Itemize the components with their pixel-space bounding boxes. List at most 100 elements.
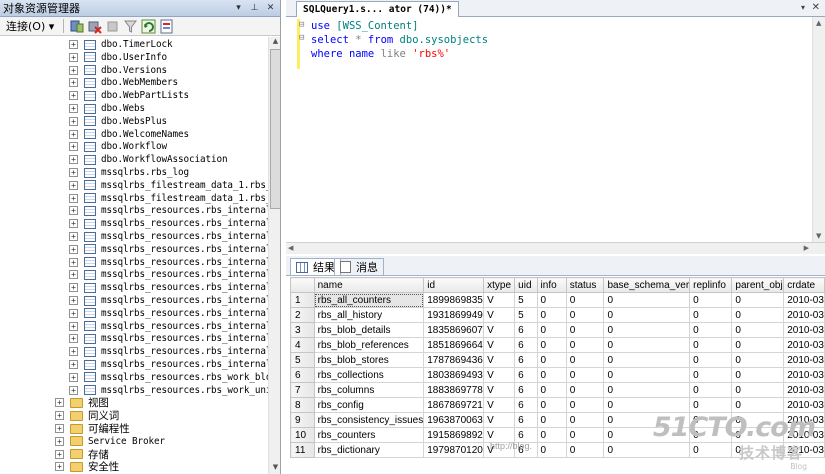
close-icon[interactable]: ✕ xyxy=(264,2,277,15)
table-cell[interactable]: 0 xyxy=(536,427,567,443)
table-cell[interactable]: rbs_config xyxy=(313,397,425,413)
table-cell[interactable]: 2010-03 xyxy=(783,292,825,308)
tree-item-table[interactable]: + dbo.WelcomeNames xyxy=(69,128,189,141)
scroll-up-arrow-icon[interactable]: ▲ xyxy=(816,19,821,27)
column-header[interactable]: uid xyxy=(514,277,538,293)
row-number[interactable]: 3 xyxy=(290,322,315,338)
row-number[interactable]: 8 xyxy=(290,397,315,413)
tree-item-table[interactable]: + mssqlrbs_resources.rbs_internal_col xyxy=(69,256,268,269)
table-cell[interactable]: 0 xyxy=(536,382,567,398)
tab-list-dropdown-icon[interactable]: ▾ xyxy=(801,3,805,12)
table-cell[interactable]: 0 xyxy=(689,292,733,308)
table-cell[interactable]: rbs_all_history xyxy=(313,307,425,323)
row-number[interactable]: 2 xyxy=(290,307,315,323)
table-cell[interactable]: V xyxy=(483,367,516,383)
table-cell[interactable]: 1979870120 xyxy=(423,442,485,458)
refresh-icon[interactable] xyxy=(141,19,156,34)
table-cell[interactable]: 1899869835 xyxy=(423,292,485,308)
table-cell[interactable]: 0 xyxy=(731,292,785,308)
table-cell[interactable]: 0 xyxy=(565,412,605,428)
table-row[interactable]: 2 rbs_all_history 1931869949 V 5 0 0 0 0 0 2010-03 xyxy=(290,307,825,323)
tree-item-folder[interactable]: + 可编程性 xyxy=(55,422,130,435)
table-cell[interactable]: 0 xyxy=(689,352,733,368)
connect-server-icon[interactable] xyxy=(69,19,84,34)
table-cell[interactable]: 0 xyxy=(536,367,567,383)
table-row[interactable]: 4 rbs_blob_references 1851869664 V 6 0 0 0 0 0 201… xyxy=(290,337,825,353)
table-cell[interactable]: rbs_counters xyxy=(313,427,425,443)
column-header[interactable]: parent_obj xyxy=(731,277,785,293)
expand-icon[interactable]: + xyxy=(55,462,64,472)
table-row[interactable]: 3 rbs_blob_details 1835869607 V 6 0 0 0 0 0 2010-0… xyxy=(290,322,825,338)
scroll-left-arrow-icon[interactable]: ◀ xyxy=(288,244,293,252)
table-cell[interactable]: 0 xyxy=(689,307,733,323)
row-number[interactable]: 5 xyxy=(290,352,315,368)
table-cell[interactable]: rbs_blob_stores xyxy=(313,352,425,368)
table-cell[interactable]: 1963870063 xyxy=(423,412,485,428)
table-cell[interactable]: 0 xyxy=(536,322,567,338)
table-cell[interactable]: V xyxy=(483,337,516,353)
expand-icon[interactable]: + xyxy=(69,116,78,126)
table-cell[interactable]: 0 xyxy=(689,322,733,338)
expand-icon[interactable]: + xyxy=(69,219,78,229)
table-cell[interactable]: 0 xyxy=(565,427,605,443)
table-cell[interactable]: 0 xyxy=(603,397,691,413)
column-header[interactable]: base_schema_ver xyxy=(603,277,691,293)
table-cell[interactable]: 0 xyxy=(565,292,605,308)
fold-toggle-icon[interactable]: ⊟ xyxy=(299,20,304,30)
fold-toggle-icon[interactable]: ⊟ xyxy=(299,33,304,43)
table-cell[interactable]: 1803869493 xyxy=(423,367,485,383)
tree-item-table[interactable]: + mssqlrbs_resources.rbs_internal_con xyxy=(69,281,268,294)
scroll-down-arrow-icon[interactable]: ▼ xyxy=(816,232,821,240)
table-cell[interactable]: 6 xyxy=(514,367,538,383)
expand-icon[interactable]: + xyxy=(69,257,78,267)
tree-item-table[interactable]: + mssqlrbs_filestream_data_1.rbs_file xyxy=(69,179,268,192)
sql-code-editor[interactable]: ⊟ ⊟ use [WSS_Content] select * from dbo.… xyxy=(286,17,812,242)
tree-item-table[interactable]: + mssqlrbs_resources.rbs_internal_poo xyxy=(69,358,268,371)
table-cell[interactable]: 0 xyxy=(536,412,567,428)
table-cell[interactable]: 6 xyxy=(514,337,538,353)
table-cell[interactable]: rbs_consistency_issues xyxy=(313,412,425,428)
disconnect-icon[interactable] xyxy=(87,19,102,34)
connect-button[interactable]: 连接(O) ▾ xyxy=(6,18,54,34)
tree-item-table[interactable]: + dbo.WebPartLists xyxy=(69,89,189,102)
table-cell[interactable]: 0 xyxy=(565,442,605,458)
table-cell[interactable]: 0 xyxy=(603,367,691,383)
table-cell[interactable]: rbs_blob_details xyxy=(313,322,425,338)
table-cell[interactable]: 2010-03 xyxy=(783,322,825,338)
summary-icon[interactable] xyxy=(159,19,174,34)
table-cell[interactable]: 0 xyxy=(603,352,691,368)
column-header[interactable]: xtype xyxy=(483,277,516,293)
table-cell[interactable]: 6 xyxy=(514,397,538,413)
table-cell[interactable]: 1867869721 xyxy=(423,397,485,413)
table-cell[interactable]: 0 xyxy=(603,337,691,353)
tree-item-folder[interactable]: + Service Broker xyxy=(55,435,165,448)
table-cell[interactable]: 0 xyxy=(565,337,605,353)
expand-icon[interactable]: + xyxy=(69,129,78,139)
expand-icon[interactable]: + xyxy=(69,385,78,395)
table-cell[interactable]: rbs_collections xyxy=(313,367,425,383)
expand-icon[interactable]: + xyxy=(69,206,78,216)
table-cell[interactable]: 0 xyxy=(565,322,605,338)
table-cell[interactable]: 1931869949 xyxy=(423,307,485,323)
table-cell[interactable]: 5 xyxy=(514,292,538,308)
tab-messages[interactable]: 消息 xyxy=(334,258,384,275)
row-number[interactable]: 11 xyxy=(290,442,315,458)
pushpin-icon[interactable]: ⊥ xyxy=(248,2,261,15)
table-row[interactable]: 8 rbs_config 1867869721 V 6 0 0 0 0 0 2010-03 xyxy=(290,397,825,413)
table-cell[interactable]: 0 xyxy=(603,382,691,398)
expand-icon[interactable]: + xyxy=(69,232,78,241)
table-cell[interactable]: 2010-03 xyxy=(783,397,825,413)
tree-item-table[interactable]: + mssqlrbs_resources.rbs_work_blob_st xyxy=(69,371,268,384)
table-cell[interactable]: V xyxy=(483,292,516,308)
table-cell[interactable]: 0 xyxy=(565,367,605,383)
column-header[interactable]: id xyxy=(423,277,485,293)
expand-icon[interactable]: + xyxy=(69,270,78,280)
table-cell[interactable]: 0 xyxy=(689,382,733,398)
table-cell[interactable]: 0 xyxy=(603,292,691,308)
tree-item-table[interactable]: + mssqlrbs_resources.rbs_internal_ind xyxy=(69,345,268,358)
table-cell[interactable]: 0 xyxy=(731,382,785,398)
row-number[interactable]: 1 xyxy=(290,292,315,308)
table-cell[interactable]: V xyxy=(483,382,516,398)
stop-icon[interactable] xyxy=(105,19,120,34)
tree-item-table[interactable]: + mssqlrbs_resources.rbs_internal_dic xyxy=(69,320,268,333)
